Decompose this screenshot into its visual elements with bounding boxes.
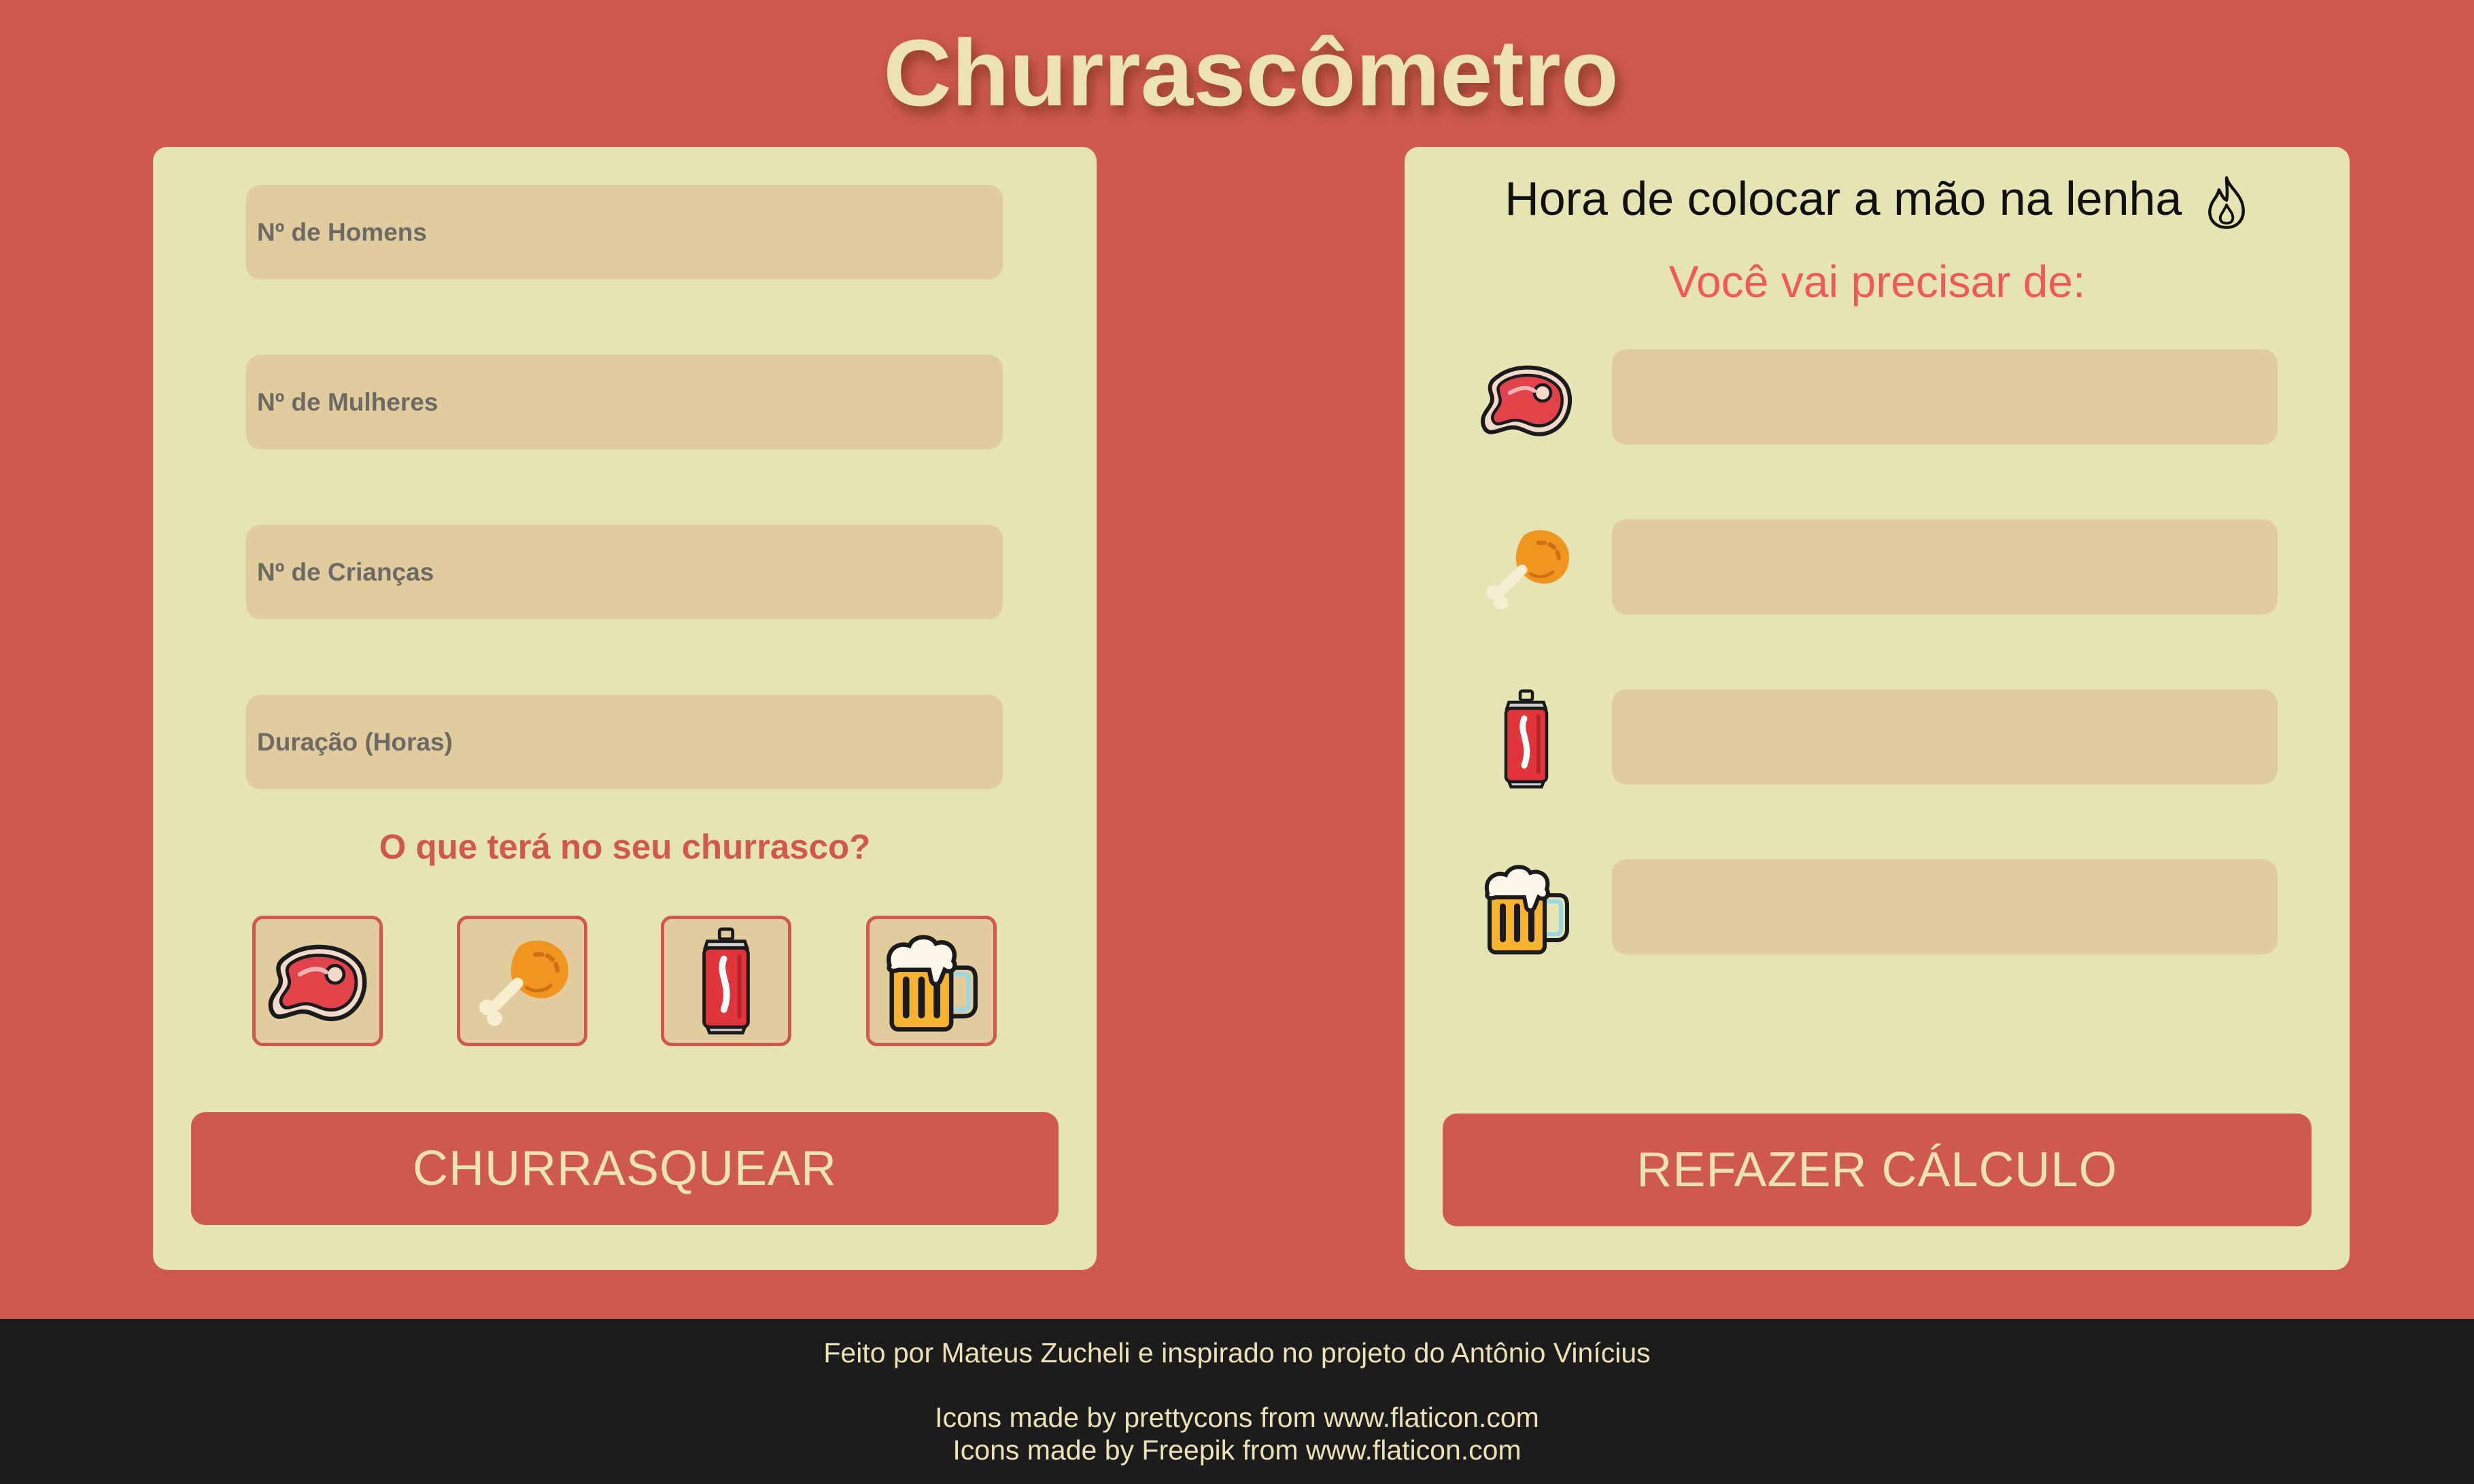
option-soda-toggle[interactable] <box>661 916 791 1046</box>
footer-author-credit: Feito por Mateus Zucheli e inspirado no … <box>823 1337 1651 1368</box>
redo-calculation-button[interactable]: REFAZER CÁLCULO <box>1443 1114 2312 1226</box>
steak-icon <box>1475 348 1577 450</box>
results-heading-text: Hora de colocar a mão na lenha <box>1505 172 2182 225</box>
children-count-input[interactable] <box>246 525 1003 619</box>
soda-can-icon <box>1475 688 1577 790</box>
result-chicken-field <box>1612 519 2278 615</box>
result-beer-field <box>1612 859 2278 954</box>
duration-hours-input[interactable] <box>246 695 1003 789</box>
men-count-input[interactable] <box>246 185 1003 279</box>
option-chicken-toggle[interactable] <box>457 916 587 1046</box>
option-meat-toggle[interactable] <box>252 916 383 1046</box>
results-card: Hora de colocar a mão na lenha Você vai … <box>1405 147 2350 1270</box>
result-meat-field <box>1612 349 2278 445</box>
input-form-card: O que terá no seu churrasco? CHURRASQUEA… <box>153 147 1097 1270</box>
beer-mug-icon <box>876 926 986 1036</box>
women-count-input[interactable] <box>246 355 1003 449</box>
chicken-leg-icon <box>1475 517 1577 619</box>
results-subheading: Você vai precisar de: <box>1668 256 2086 307</box>
beer-mug-icon <box>1475 857 1577 959</box>
results-heading: Hora de colocar a mão na lenha <box>1405 171 2350 230</box>
footer: Feito por Mateus Zucheli e inspirado no … <box>0 1319 2474 1484</box>
soda-can-icon <box>671 926 781 1036</box>
fire-icon <box>2203 175 2250 230</box>
footer-icons-credit-freepik: Icons made by Freepik from www.flaticon.… <box>952 1434 1522 1466</box>
steak-icon <box>262 926 373 1036</box>
result-soda-field <box>1612 689 2278 784</box>
footer-icons-credit-prettycons: Icons made by prettycons from www.flatic… <box>935 1402 1539 1433</box>
churrasquear-button[interactable]: CHURRASQUEAR <box>191 1112 1059 1225</box>
page-title: Churrascômetro <box>883 20 1619 126</box>
option-beer-toggle[interactable] <box>866 916 997 1046</box>
menu-question: O que terá no seu churrasco? <box>379 827 871 866</box>
chicken-leg-icon <box>467 926 577 1036</box>
